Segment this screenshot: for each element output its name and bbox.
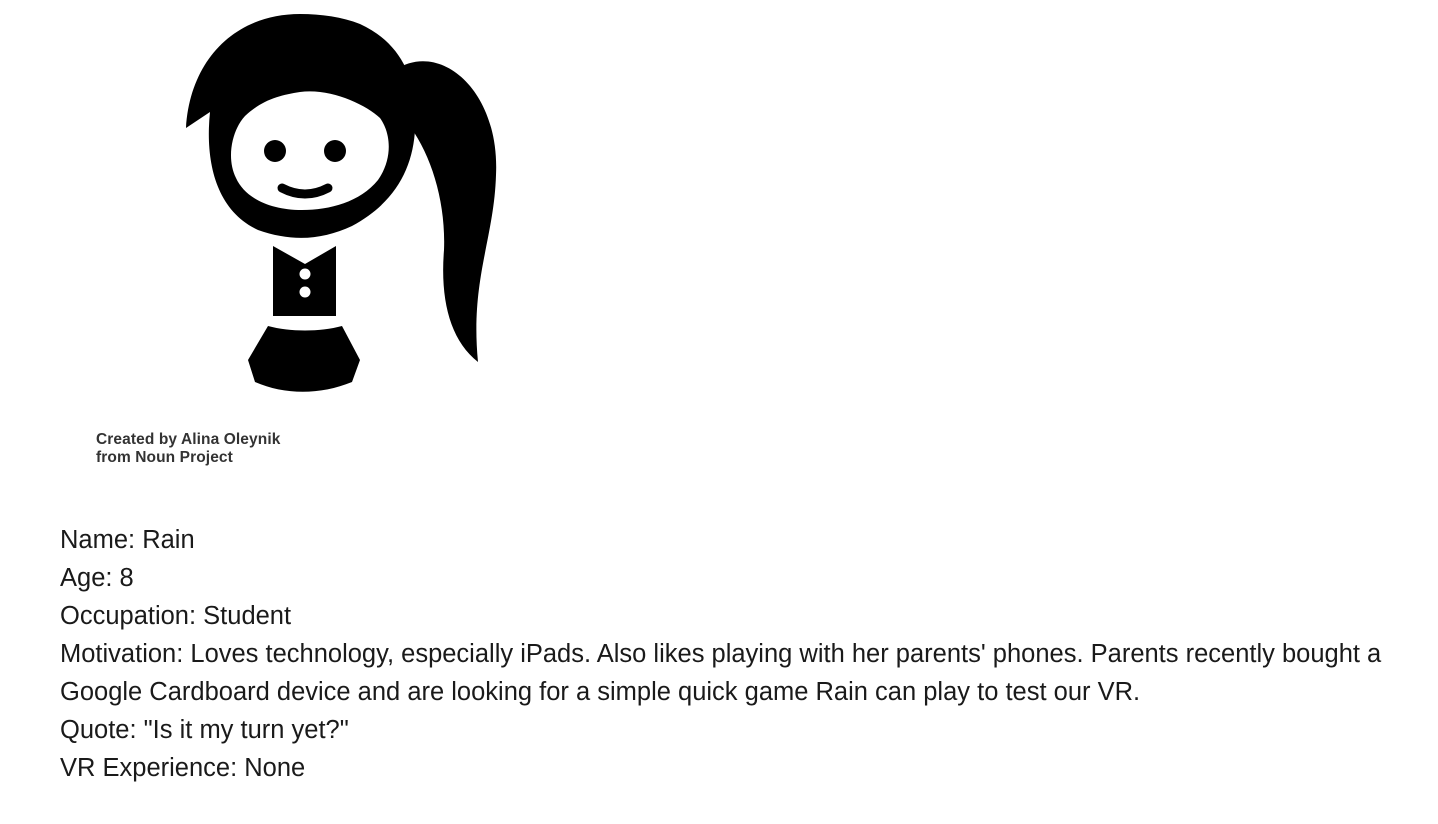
persona-age: Age: 8: [60, 564, 134, 592]
credit-line-source: from Noun Project: [96, 449, 233, 466]
persona-name: Name: Rain: [60, 526, 195, 554]
image-credit: Created by Alina Oleynik from Noun Proje…: [96, 431, 280, 467]
girl-with-ponytail-icon: [186, 14, 497, 392]
persona-quote: Quote: "Is it my turn yet?": [60, 716, 349, 744]
credit-line-author: Created by Alina Oleynik: [96, 431, 281, 448]
persona-details: Name: Rain Age: 8 Occupation: Student Mo…: [60, 521, 1420, 787]
persona-occupation: Occupation: Student: [60, 602, 292, 630]
persona-illustration: [0, 0, 560, 480]
persona-vr-experience: VR Experience: None: [60, 754, 306, 782]
persona-motivation: Motivation: Loves technology, especially…: [60, 640, 1382, 706]
